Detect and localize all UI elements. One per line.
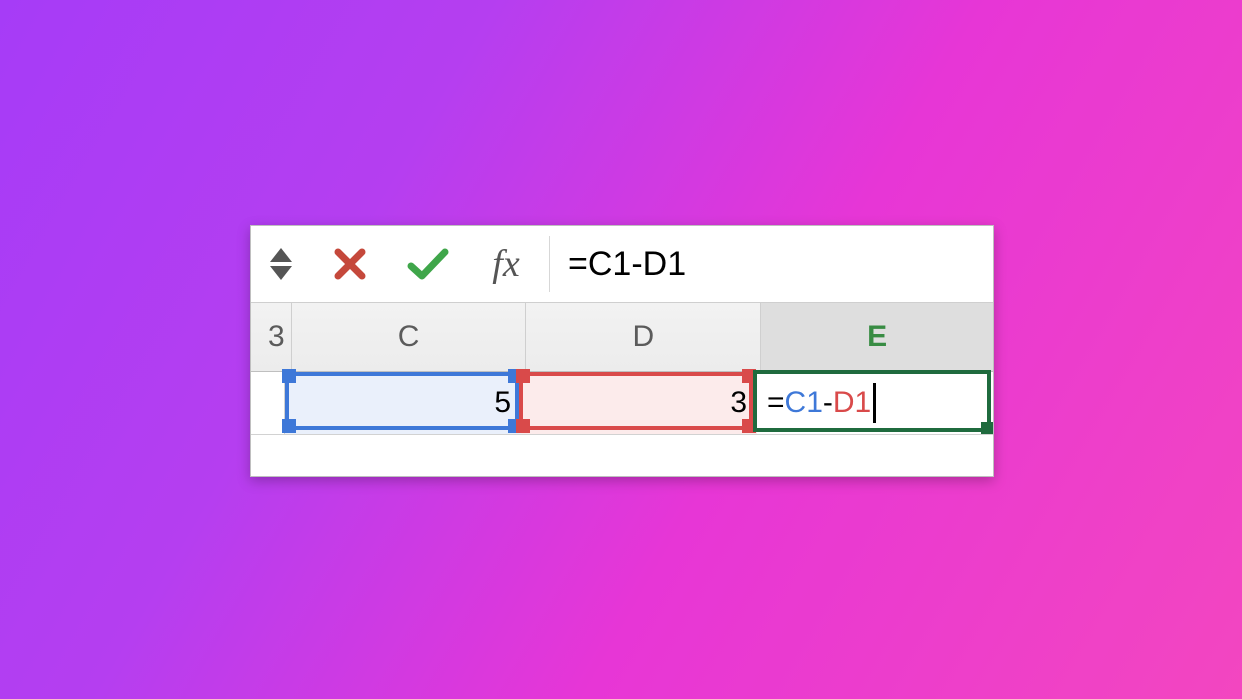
spreadsheet-panel: fx =C1-D1 3 C D E 5 3 = C1 - D1 (250, 225, 994, 477)
row-1: 5 3 = C1 - D1 (251, 372, 993, 435)
formula-input[interactable]: =C1-D1 (560, 241, 993, 288)
gradient-background: fx =C1-D1 3 C D E 5 3 = C1 - D1 (0, 0, 1242, 699)
fx-button[interactable]: fx (467, 226, 545, 302)
cancel-button[interactable] (311, 226, 389, 302)
text-cursor (873, 383, 876, 423)
separator (549, 236, 550, 292)
cell-e1-dash: - (823, 386, 833, 420)
stepper-control[interactable] (251, 240, 311, 288)
column-header-b-partial[interactable]: 3 (251, 303, 292, 371)
column-headers: 3 C D E (251, 303, 993, 372)
column-header-c[interactable]: C (292, 303, 527, 371)
formula-bar: fx =C1-D1 (251, 226, 993, 303)
chevron-down-icon (270, 266, 292, 280)
grid-area: 5 3 = C1 - D1 (251, 372, 993, 472)
cell-d1[interactable]: 3 (521, 372, 757, 434)
chevron-up-icon (270, 248, 292, 262)
cell-e1-ref2: D1 (833, 386, 871, 420)
accept-button[interactable] (389, 226, 467, 302)
check-icon (405, 244, 451, 284)
column-header-e[interactable]: E (761, 303, 993, 371)
cell-e1-ref1: C1 (785, 386, 823, 420)
cell-e1-eq: = (767, 386, 785, 420)
cell-e1[interactable]: = C1 - D1 (757, 372, 991, 434)
fx-label: fx (492, 242, 519, 286)
cell-c1[interactable]: 5 (285, 372, 521, 434)
column-header-d[interactable]: D (526, 303, 761, 371)
cell-b1-fragment[interactable] (251, 372, 285, 434)
close-icon (330, 244, 370, 284)
